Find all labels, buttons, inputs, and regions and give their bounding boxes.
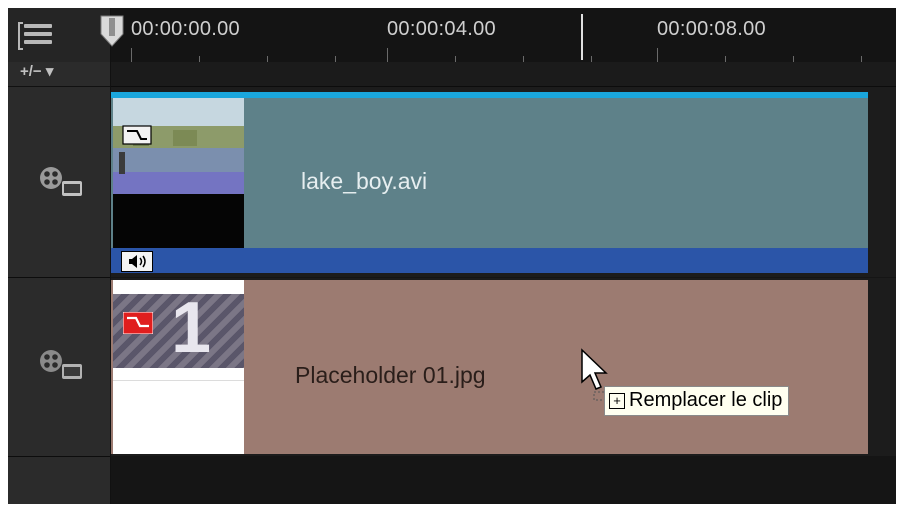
- empty-track-header[interactable]: [8, 457, 110, 504]
- clip-name: lake_boy.avi: [301, 168, 428, 194]
- timeline-ruler[interactable]: 00:00:00.00 00:00:04.00 00:00:08.00: [111, 8, 896, 63]
- ruler-tick: [131, 48, 132, 62]
- overlay-track-header[interactable]: [8, 278, 110, 457]
- timecode-label: 00:00:08.00: [657, 18, 766, 40]
- zoom-toggle[interactable]: +/− ▾: [20, 62, 53, 80]
- replace-clip-tooltip: + Remplacer le clip: [604, 386, 790, 416]
- timeline-panel: 00:00:00.00 00:00:04.00 00:00:08.00 +/− …: [8, 8, 896, 504]
- film-reel-icon: [40, 350, 82, 379]
- ruler-tick: [387, 48, 388, 62]
- ruler-tick: [657, 48, 658, 62]
- video-clip[interactable]: lake_boy.avi: [111, 92, 868, 273]
- timeline-header-strip: [111, 62, 896, 87]
- timecode-label: 00:00:00.00: [131, 18, 240, 40]
- playhead-handle-icon[interactable]: [98, 14, 128, 50]
- track-manager-icon[interactable]: [18, 18, 54, 54]
- clip-thumbnail: [113, 98, 244, 248]
- zoom-controls[interactable]: +/− ▾: [8, 62, 110, 87]
- tooltip-label: Remplacer le clip: [629, 389, 783, 411]
- audio-strip[interactable]: [111, 248, 868, 273]
- film-reel-icon: [40, 167, 82, 196]
- video-track-header[interactable]: [8, 87, 110, 278]
- speaker-icon[interactable]: [121, 251, 153, 272]
- plus-icon: +: [609, 393, 625, 409]
- clip-name: Placeholder 01.jpg: [295, 362, 486, 388]
- timecode-label: 00:00:04.00: [387, 18, 496, 40]
- placeholder-clip[interactable]: 1 Placeholder 01.jpg: [111, 280, 868, 454]
- empty-track-area[interactable]: [111, 457, 896, 504]
- thumbnail-number: 1: [171, 288, 212, 368]
- transition-icon: [123, 312, 153, 334]
- playhead-line[interactable]: [581, 14, 583, 60]
- clip-thumbnail: 1: [113, 280, 244, 454]
